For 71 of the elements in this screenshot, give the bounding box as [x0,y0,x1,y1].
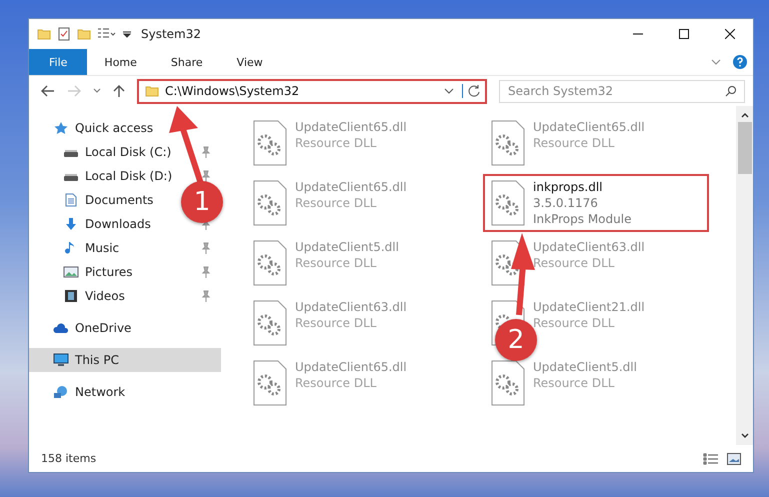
back-arrow-icon [41,85,55,97]
gear-file-icon [253,300,287,346]
window-title: System32 [141,27,202,41]
film-icon [63,289,79,303]
sidebar-item[interactable]: Network [53,385,126,399]
network-globe-icon [53,385,69,399]
file-detail: Resource DLL [295,376,378,390]
sidebar-item[interactable]: Documents [63,193,154,207]
caret-icon[interactable] [123,29,131,39]
file-detail: InkProps Module [533,212,632,226]
pin-icon[interactable] [201,170,211,182]
up-arrow-icon [113,84,125,98]
monitor-icon [53,353,69,367]
search-icon [725,85,737,97]
file-detail: Resource DLL [295,256,378,270]
gear-file-icon [491,360,525,406]
close-icon [725,29,735,39]
file-detail: Resource DLL [295,196,378,210]
item-count: 158 items [41,452,96,465]
pin-icon[interactable] [201,290,211,302]
sidebar-item[interactable]: Videos [63,289,125,303]
sidebar-item[interactable]: This PC [53,353,119,367]
scrollbar-thumb[interactable] [738,122,752,174]
gear-file-icon [253,360,287,406]
refresh-icon[interactable] [462,84,481,98]
gear-file-icon [253,180,287,226]
search-field[interactable]: Search System32 [499,80,745,102]
checklist-icon [57,27,71,41]
file-detail: Resource DLL [533,256,616,270]
file-detail: Resource DLL [295,316,378,330]
file-detail: Resource DLL [533,136,616,150]
help-icon[interactable] [733,55,747,69]
file-tab[interactable]: File [29,49,88,75]
sidebar-item[interactable]: Pictures [63,265,133,279]
star-icon [53,121,69,135]
download-arrow-icon [63,217,79,231]
sidebar-item[interactable]: Local Disk (C:) [63,145,172,159]
sidebar-item[interactable]: OneDrive [53,321,132,335]
cloud-icon [53,321,69,335]
scroll-up-icon[interactable] [740,112,748,118]
pin-icon[interactable] [201,242,211,254]
chevron-down-icon [93,88,101,94]
folder-icon [37,27,51,41]
details-view-icon[interactable] [703,452,719,464]
tiles-view-icon[interactable] [727,452,741,464]
gear-file-icon [253,240,287,286]
document-icon [63,193,79,207]
gear-file-icon [253,120,287,166]
forward-arrow-icon [67,85,81,97]
scrollbar[interactable] [736,106,753,445]
file-detail: Resource DLL [533,376,616,390]
sidebar-item[interactable]: Local Disk (D:) [63,169,172,183]
picture-icon [63,265,79,279]
file-name[interactable]: inkprops.dll [533,180,632,194]
address-bar[interactable]: C:\Windows\System32 [137,78,487,104]
folder-icon [145,84,159,98]
sidebar-item[interactable]: Quick access [53,121,154,135]
gear-file-icon [491,180,525,226]
chevron-down-icon[interactable] [444,88,454,94]
sidebar-item[interactable]: Music [63,241,120,255]
maximize-icon [679,29,689,39]
folder-icon [77,27,91,41]
file-detail: 3.5.0.1176 [533,196,599,210]
pin-icon[interactable] [201,266,211,278]
file-detail: Resource DLL [295,136,378,150]
pin-icon[interactable] [201,146,211,158]
step-number-badge: 1 [181,181,223,223]
sidebar-item[interactable]: Downloads [63,217,151,231]
scroll-down-icon[interactable] [740,433,748,439]
gear-file-icon [491,120,525,166]
chevron-down-icon[interactable] [711,59,721,65]
